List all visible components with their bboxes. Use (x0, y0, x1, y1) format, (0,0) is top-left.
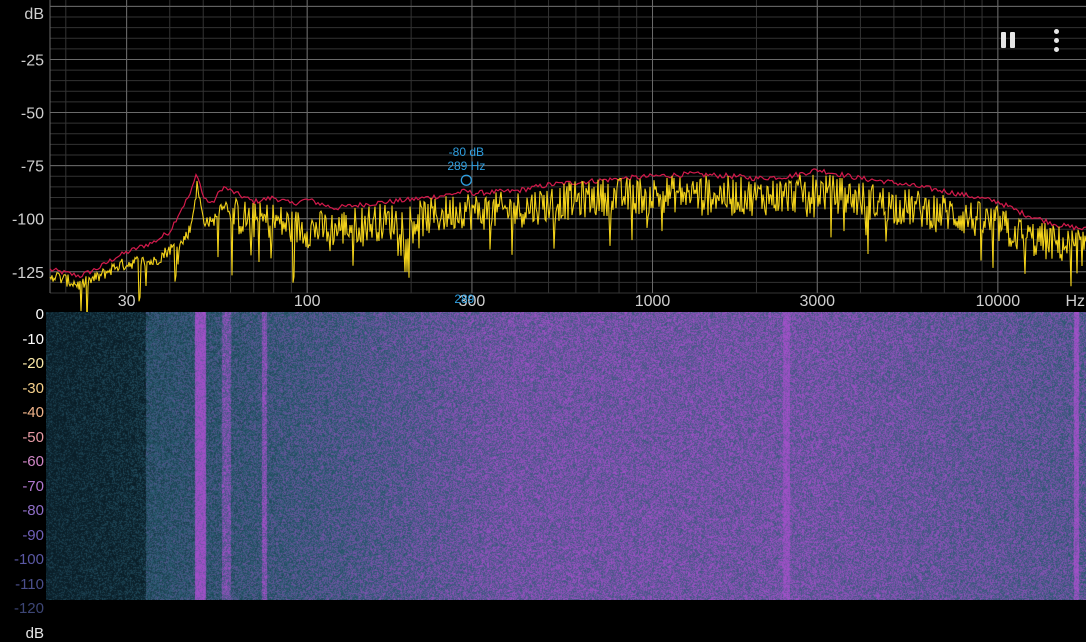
waterfall-unit-label: dB (25, 624, 44, 642)
waterfall-scale-label: -70 (22, 477, 44, 495)
waterfall-scale-label: -60 (22, 453, 44, 470)
marker-db-label: -80 dB (449, 145, 484, 159)
y-tick-label: -125 (12, 265, 44, 282)
pause-icon (999, 32, 1017, 48)
waterfall-color-scale: 0 -10 -20 -30 -40 -50 -60 -70 -80 -90 -100 -110 -120… (0, 307, 46, 641)
y-tick-label: -100 (12, 212, 44, 229)
x-tick-label: 10000 (976, 293, 1021, 310)
toolbar (996, 28, 1068, 52)
waterfall-scale-label: -80 (22, 502, 44, 519)
x-tick-label: 100 (294, 293, 321, 310)
waterfall-scale-label: -50 (22, 428, 44, 446)
waterfall-panel: 0 -10 -20 -30 -40 -50 -60 -70 -80 -90 -100 -110 -120… (0, 307, 1086, 641)
waterfall-scale-label: -40 (22, 404, 44, 421)
marker-hz-label: 289 Hz (447, 159, 485, 173)
pause-button[interactable] (996, 28, 1020, 52)
waterfall-scale-label: -120 (13, 600, 44, 617)
y-tick-label: -75 (21, 159, 44, 176)
x-tick-label: 30 (118, 293, 136, 310)
waterfall-scale-label: -110 (15, 575, 44, 593)
x-tick-label: 1000 (635, 293, 671, 310)
spectrum-background (0, 0, 1086, 312)
waterfall-scale-label: -10 (22, 330, 44, 348)
waterfall-scale-label: -100 (13, 551, 44, 568)
spectrum-chart[interactable]: dB -25-50-75-100-125 Hz 30 100 300 1000 3000… (0, 0, 1086, 312)
waterfall-scale-label: -30 (22, 379, 44, 397)
more-vert-icon (1053, 27, 1059, 54)
x-tick-label: 3000 (799, 293, 835, 310)
waterfall-scale-label: -20 (22, 355, 44, 372)
spectrogram-waterfall[interactable] (46, 312, 1086, 600)
waterfall-scale-label: -90 (22, 526, 44, 544)
y-tick-label: -25 (21, 52, 44, 69)
y-tick-label: -50 (21, 106, 44, 123)
x-unit-label: Hz (1065, 293, 1085, 310)
marker-axis-label: 289 (454, 292, 474, 306)
more-options-button[interactable] (1044, 28, 1068, 52)
y-unit-label: dB (24, 6, 44, 23)
waterfall-scale-label: 0 (35, 306, 44, 323)
